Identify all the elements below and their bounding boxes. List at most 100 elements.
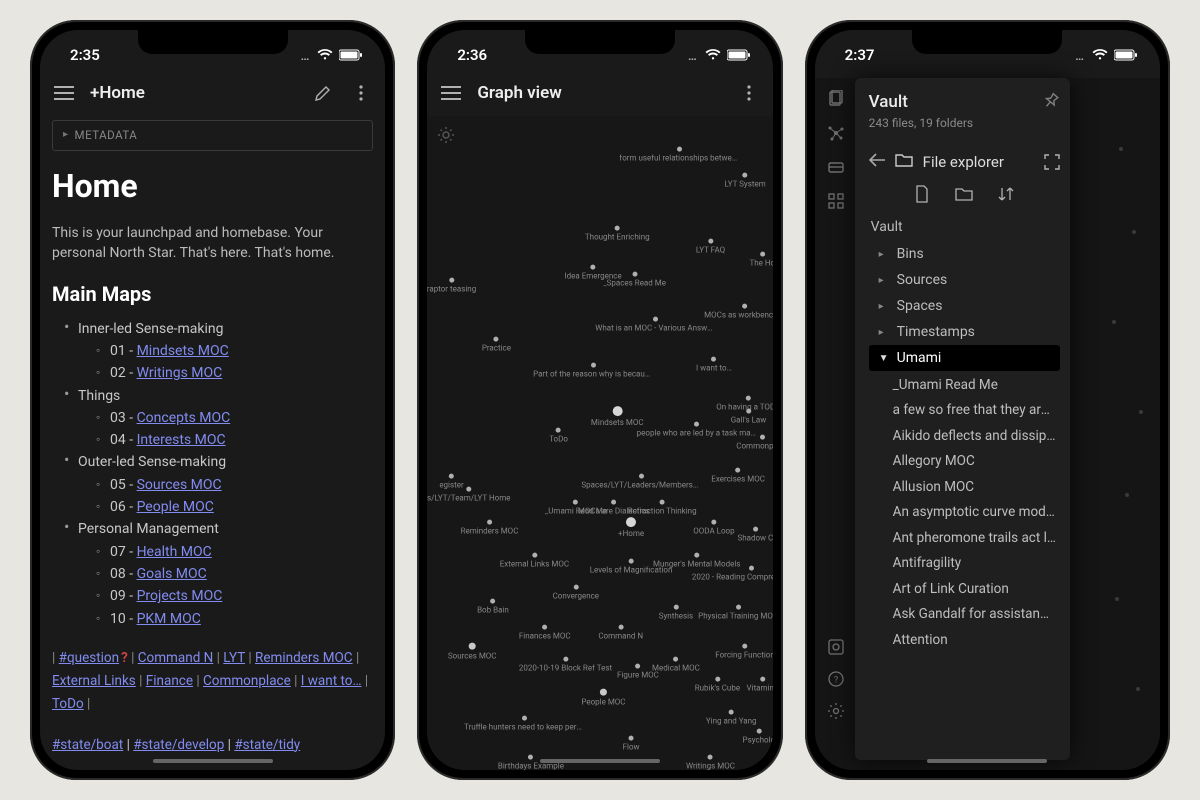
graph-node[interactable]: egister — [439, 474, 463, 491]
graph-node[interactable]: I want to… — [696, 356, 732, 373]
graph-node[interactable]: raptor teasing — [427, 278, 476, 295]
graph-node[interactable]: Exercises MOC — [711, 467, 765, 484]
metadata-toggle[interactable]: METADATA — [52, 120, 373, 151]
graph-node[interactable]: Rubik's Cube — [695, 677, 740, 694]
expand-icon[interactable] — [1044, 154, 1060, 170]
graph-node[interactable]: OODA Loop — [693, 520, 734, 537]
tree-file[interactable]: Art of Link Curation — [869, 577, 1060, 601]
graph-node[interactable]: _Spaces Read Me — [603, 271, 666, 288]
graph-icon[interactable] — [827, 124, 845, 142]
pin-icon[interactable] — [1038, 88, 1063, 113]
graph-node[interactable]: Vitamins — [747, 677, 773, 694]
footer-link[interactable]: Finance — [146, 673, 193, 689]
graph-node[interactable]: Mindsets MOC — [591, 406, 644, 428]
tag-link[interactable]: #state/boat — [52, 737, 123, 753]
more-icon[interactable] — [349, 81, 373, 105]
graph-node[interactable]: Forcing Function — [715, 644, 772, 661]
tree-folder[interactable]: ▸Bins — [869, 241, 1060, 267]
graph-node[interactable]: Munger's Mental Models — [653, 552, 740, 569]
graph-node[interactable]: Figure MOC — [617, 663, 659, 680]
graph-node[interactable]: ToDo — [549, 428, 568, 445]
footer-link[interactable]: LYT — [223, 650, 245, 666]
new-note-icon[interactable] — [913, 185, 931, 207]
tree-file[interactable]: a few so free that they are… — [869, 398, 1060, 422]
graph-node[interactable]: +Home — [618, 517, 644, 539]
sort-icon[interactable] — [997, 185, 1015, 207]
graph-node[interactable]: MOCs as workbenches — [704, 304, 773, 321]
tree-file[interactable]: Aikido deflects and dissipat… — [869, 424, 1060, 448]
grid-icon[interactable] — [827, 192, 845, 210]
graph-node[interactable]: Commonplace — [736, 435, 772, 452]
footer-link[interactable]: External Links — [52, 673, 136, 689]
graph-node[interactable]: Idea Emergence — [564, 265, 621, 282]
back-icon[interactable] — [869, 153, 885, 171]
graph-node[interactable]: Gall's Law — [731, 408, 767, 425]
graph-node[interactable]: What is an MOC - Various Answers — [595, 317, 715, 334]
settings-icon[interactable] — [827, 702, 845, 720]
menu-icon[interactable] — [439, 81, 463, 105]
graph-node[interactable]: Synthesis — [659, 605, 693, 622]
note-link[interactable]: Health MOC — [137, 544, 212, 560]
graph-node[interactable]: The Ho — [749, 251, 772, 268]
tag-link[interactable]: #state/tidy — [234, 737, 300, 753]
home-indicator[interactable] — [927, 759, 1047, 763]
vault-icon[interactable] — [827, 638, 845, 656]
graph-node[interactable]: Convergence — [553, 585, 599, 602]
note-link[interactable]: Mindsets MOC — [137, 343, 229, 359]
graph-node[interactable]: MOCs are Dialectics — [578, 500, 650, 517]
graph-node[interactable]: Truffle hunters need to keep perspective… — [464, 716, 584, 733]
graph-node[interactable]: Psycholo — [743, 729, 773, 746]
note-link[interactable]: People MOC — [137, 499, 214, 515]
graph-node[interactable]: People MOC — [581, 689, 625, 708]
tree-file[interactable]: Antifragility — [869, 551, 1060, 575]
tree-folder[interactable]: ▸Sources — [869, 267, 1060, 293]
graph-node[interactable]: Finances MOC — [519, 624, 571, 641]
graph-node[interactable]: External Links MOC — [500, 552, 569, 569]
graph-node[interactable]: Flow — [623, 735, 640, 752]
note-link[interactable]: Projects MOC — [137, 588, 223, 604]
graph-node[interactable]: Writings MOC — [686, 755, 735, 770]
tree-folder[interactable]: ▸Timestamps — [869, 319, 1060, 345]
graph-node[interactable]: Shadow C — [737, 526, 772, 543]
graph-node[interactable]: 2020-10-19 Block Ref Test — [519, 657, 612, 674]
more-icon[interactable] — [737, 81, 761, 105]
graph-node[interactable]: Practice — [482, 336, 511, 353]
graph-node[interactable]: Part of the reason why is because… — [533, 363, 653, 380]
tree-file[interactable]: Allusion MOC — [869, 475, 1060, 499]
footer-link[interactable]: Commonplace — [203, 673, 291, 689]
tree-file[interactable]: _Umami Read Me — [869, 373, 1060, 397]
graph-node[interactable]: LYT System — [724, 173, 765, 190]
tree-file[interactable]: Ask Gandalf for assistance. — [869, 602, 1060, 626]
tree-folder[interactable]: ▸Spaces — [869, 293, 1060, 319]
note-link[interactable]: Sources MOC — [137, 477, 222, 493]
tree-folder-expanded[interactable]: ▼Umami — [869, 345, 1060, 371]
tag-link[interactable]: #state/develop — [133, 737, 224, 753]
help-icon[interactable]: ? — [827, 670, 845, 688]
graph-node[interactable]: Physical Training MOC — [698, 605, 773, 622]
note-link[interactable]: PKM MOC — [137, 611, 201, 627]
cards-icon[interactable] — [827, 158, 845, 176]
graph-node[interactable]: Bob Bain — [477, 598, 509, 615]
graph-node[interactable]: 2020 - Reading Comprehension - Bob — [692, 565, 773, 582]
tree-file[interactable]: Attention — [869, 628, 1060, 652]
note-link[interactable]: Interests MOC — [137, 432, 226, 448]
footer-link[interactable]: Command N — [138, 650, 214, 666]
graph-node[interactable]: Thought Enriching — [585, 225, 650, 242]
graph-node[interactable]: form useful relationships between notes — [619, 147, 739, 164]
note-link[interactable]: Goals MOC — [137, 566, 207, 582]
graph-node[interactable]: On having a TODO — [716, 395, 772, 412]
note-link[interactable]: Concepts MOC — [137, 410, 231, 426]
tree-file[interactable]: An asymptotic curve model… — [869, 500, 1060, 524]
footer-link[interactable]: I want to… — [301, 673, 362, 689]
graph-node[interactable]: Levels of Magnification — [590, 559, 673, 576]
footer-link[interactable]: #question — [59, 650, 119, 666]
footer-link[interactable]: ToDo — [52, 696, 84, 712]
tree-file[interactable]: Allegory MOC — [869, 449, 1060, 473]
graph-node[interactable]: Refraction Thinking — [628, 500, 697, 517]
graph-node[interactable]: Spaces/LYT/Leaders/Members/LYT Kit/Sourc… — [581, 474, 701, 491]
graph-node[interactable]: Command N — [598, 624, 643, 641]
graph-node[interactable]: Sources MOC — [448, 643, 497, 662]
footer-link[interactable]: Reminders MOC — [255, 650, 353, 666]
edit-icon[interactable] — [311, 81, 335, 105]
graph-canvas[interactable]: Thought Enriching form useful relationshi… — [427, 116, 772, 770]
